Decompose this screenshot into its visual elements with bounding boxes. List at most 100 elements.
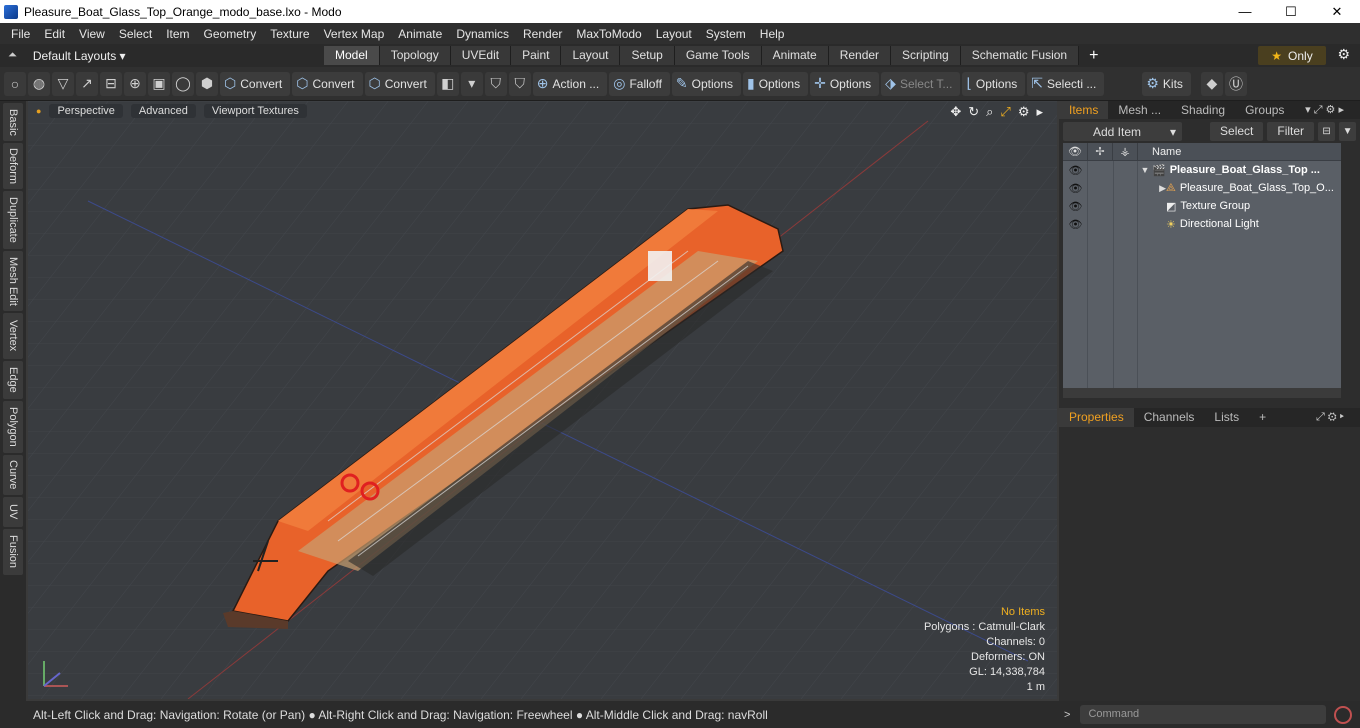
command-arrow-icon[interactable]: >: [1064, 709, 1070, 721]
only-toggle[interactable]: ★ Only: [1258, 46, 1326, 65]
record-stop-icon[interactable]: [1334, 705, 1353, 724]
dropdown-arrow-icon[interactable]: ▾: [460, 71, 483, 96]
list-item[interactable]: 👁 ☀ Directional Light: [1063, 215, 1341, 233]
side-tab-uv[interactable]: UV: [3, 497, 23, 527]
add-properties-tab-button[interactable]: +: [1249, 408, 1276, 427]
options-button-4[interactable]: ⌊ Options: [962, 71, 1026, 96]
gear-icon[interactable]: ⚙: [1337, 46, 1350, 63]
render-column-icon[interactable]: ⚶: [1113, 142, 1138, 161]
tab-paint[interactable]: Paint: [511, 46, 562, 65]
select-edges-icon[interactable]: ◍: [28, 71, 50, 96]
menu-layout[interactable]: Layout: [649, 27, 699, 41]
side-tab-duplicate[interactable]: Duplicate: [3, 191, 23, 249]
zoom-icon[interactable]: ⌕: [986, 104, 993, 120]
eye-icon[interactable]: 👁: [1063, 182, 1088, 195]
menu-animate[interactable]: Animate: [391, 27, 449, 41]
properties-options-icon[interactable]: ⤢ ⚙ ▸: [1306, 408, 1354, 427]
sphere-icon[interactable]: ◯: [172, 71, 194, 96]
menu-help[interactable]: Help: [753, 27, 792, 41]
options-button-1[interactable]: ✎ Options: [671, 71, 741, 96]
command-input[interactable]: Command: [1080, 705, 1327, 724]
select-vertices-icon[interactable]: ○: [4, 71, 26, 96]
symmetry-shield-icon[interactable]: ⛉: [484, 71, 507, 96]
advanced-dropdown[interactable]: Advanced: [130, 104, 196, 118]
convert-button-3[interactable]: ⬡ Convert: [364, 71, 435, 96]
pivot-icon[interactable]: ▣: [148, 71, 170, 96]
lock-column-icon[interactable]: ✢: [1088, 142, 1113, 161]
layout-collapse-icon[interactable]: ⏶: [8, 49, 17, 62]
side-tab-vertex[interactable]: Vertex: [3, 313, 23, 359]
viewport-gear-icon[interactable]: ⚙: [1018, 104, 1030, 120]
convert-button-2[interactable]: ⬡ Convert: [292, 71, 363, 96]
tab-properties[interactable]: Properties: [1059, 408, 1134, 427]
unity-icon[interactable]: ◆: [1200, 71, 1223, 96]
list-item[interactable]: 👁 ◩ Texture Group: [1063, 197, 1341, 215]
add-item-button[interactable]: Add Item ▾: [1063, 122, 1183, 141]
menu-vertex-map[interactable]: Vertex Map: [317, 27, 392, 41]
tab-game-tools[interactable]: Game Tools: [674, 46, 762, 65]
tab-lists[interactable]: Lists: [1204, 408, 1249, 427]
funnel-icon[interactable]: ▼: [1339, 122, 1357, 141]
tab-setup[interactable]: Setup: [620, 46, 675, 65]
expand-triangle-icon[interactable]: ▼: [1138, 165, 1152, 175]
snap-shield-icon[interactable]: ⛉: [508, 71, 531, 96]
tab-uvedit[interactable]: UVEdit: [450, 46, 512, 65]
fit-icon[interactable]: ⤢: [1000, 104, 1010, 120]
viewport-menu-dot-icon[interactable]: ●: [36, 106, 41, 116]
tab-shading[interactable]: Shading: [1171, 101, 1235, 119]
pan-icon[interactable]: ✥: [950, 104, 961, 120]
tab-items[interactable]: Items: [1059, 101, 1109, 119]
menu-edit[interactable]: Edit: [37, 27, 72, 41]
close-button[interactable]: ✕: [1314, 0, 1360, 23]
menu-item[interactable]: Item: [159, 27, 196, 41]
kits-button[interactable]: ⚙ Kits: [1142, 71, 1191, 96]
unreal-icon[interactable]: Ⓤ: [1224, 71, 1247, 96]
side-tab-polygon[interactable]: Polygon: [3, 401, 23, 453]
side-tab-fusion[interactable]: Fusion: [3, 529, 23, 575]
list-item[interactable]: 👁 ▶ ⟁ Pleasure_Boat_Glass_Top_O...: [1063, 179, 1341, 197]
options-button-2[interactable]: ▮ Options: [743, 71, 809, 96]
menu-geometry[interactable]: Geometry: [197, 27, 264, 41]
tab-groups[interactable]: Groups: [1235, 101, 1294, 119]
filter-button[interactable]: Filter: [1267, 122, 1315, 141]
select-items-icon[interactable]: ↗: [76, 71, 98, 96]
list-item[interactable]: 👁 ▼ 🎬 Pleasure_Boat_Glass_Top ...: [1063, 161, 1341, 179]
tab-topology[interactable]: Topology: [379, 46, 451, 65]
menu-system[interactable]: System: [699, 27, 753, 41]
maximize-button[interactable]: ☐: [1268, 0, 1314, 23]
eye-icon[interactable]: 👁: [1063, 200, 1088, 213]
3d-viewport[interactable]: ● Perspective Advanced Viewport Textures…: [28, 101, 1057, 699]
select-button[interactable]: Select: [1210, 122, 1264, 141]
name-column-header[interactable]: Name: [1138, 146, 1181, 158]
tab-render[interactable]: Render: [828, 46, 892, 65]
side-tab-deform[interactable]: Deform: [3, 143, 23, 189]
collapse-icon[interactable]: ⊟: [1318, 122, 1336, 141]
eye-icon[interactable]: 👁: [1063, 164, 1088, 177]
menu-render[interactable]: Render: [516, 27, 569, 41]
menu-texture[interactable]: Texture: [263, 27, 316, 41]
items-scrollbar[interactable]: [1341, 143, 1355, 388]
side-tab-basic[interactable]: Basic: [3, 103, 23, 141]
falloff-button[interactable]: ◎ Falloff: [609, 71, 670, 96]
menu-select[interactable]: Select: [112, 27, 159, 41]
viewport-more-icon[interactable]: ▸: [1036, 104, 1043, 120]
visibility-column-icon[interactable]: 👁: [1063, 142, 1088, 161]
items-hscrollbar[interactable]: [1063, 388, 1341, 398]
side-tab-curve[interactable]: Curve: [3, 455, 23, 495]
tab-schematic-fusion[interactable]: Schematic Fusion: [960, 46, 1080, 65]
perspective-dropdown[interactable]: Perspective: [49, 104, 123, 118]
action-center-button[interactable]: ⊕ Action ...: [532, 71, 608, 96]
select-polygons-icon[interactable]: ▽: [52, 71, 74, 96]
minimize-button[interactable]: —: [1222, 0, 1268, 23]
menu-dynamics[interactable]: Dynamics: [449, 27, 516, 41]
select-materials-icon[interactable]: ⊟: [100, 71, 122, 96]
eye-icon[interactable]: 👁: [1063, 218, 1088, 231]
tab-layout[interactable]: Layout: [561, 46, 621, 65]
tab-mesh[interactable]: Mesh ...: [1108, 101, 1171, 119]
panel-options-icon[interactable]: ▾ ⤢ ⚙ ▸: [1295, 101, 1354, 119]
rotate-icon[interactable]: ↻: [968, 104, 979, 120]
tab-channels[interactable]: Channels: [1134, 408, 1205, 427]
select-t-button[interactable]: ⬗ Select T...: [881, 71, 961, 96]
expand-triangle-icon[interactable]: ▶: [1138, 183, 1166, 194]
viewport-textures-dropdown[interactable]: Viewport Textures: [203, 104, 307, 118]
